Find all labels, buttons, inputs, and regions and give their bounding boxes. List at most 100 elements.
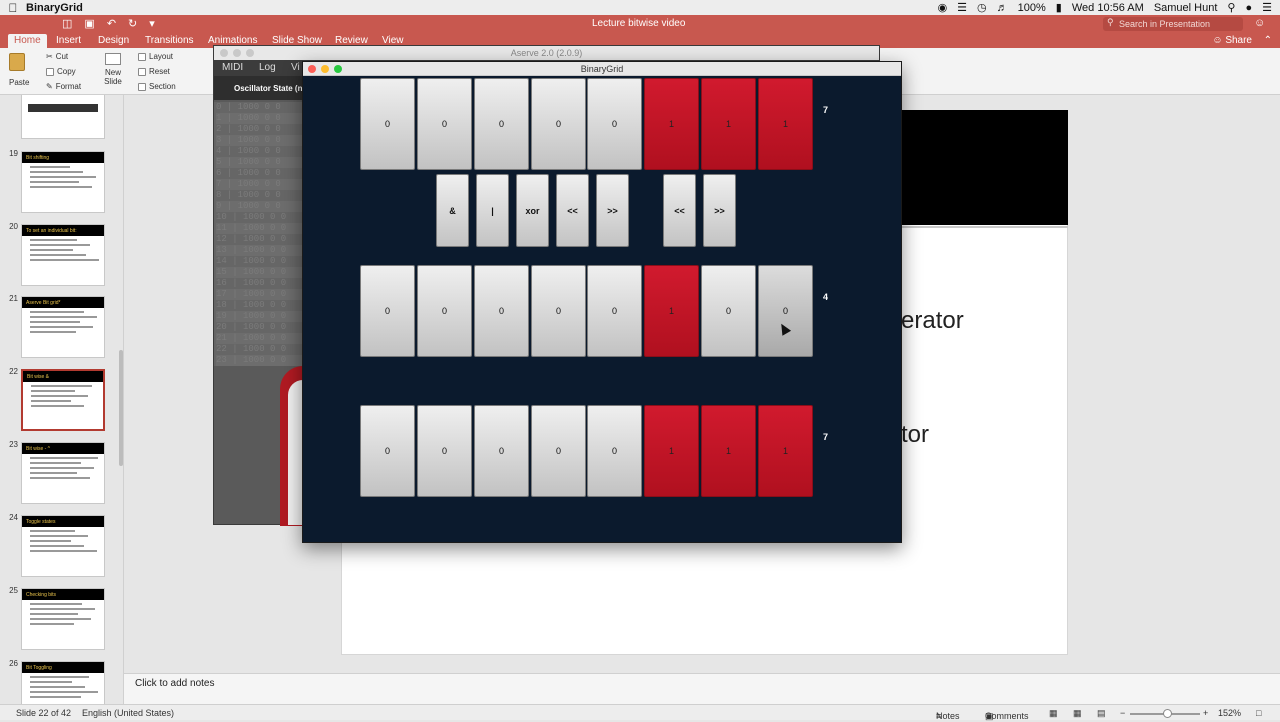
- row-b-bit-6[interactable]: 0: [701, 265, 756, 357]
- tab-design[interactable]: Design: [98, 35, 129, 46]
- share-button[interactable]: ☺ Share: [1212, 35, 1252, 46]
- row-b-bit-2[interactable]: 0: [474, 265, 529, 357]
- ppt-title-bar: ◫ ▣ ↶ ↻ ▾ Lecture bitwise video Search i…: [0, 15, 1280, 34]
- row-a-bit-2[interactable]: 0: [474, 78, 529, 170]
- cut-button[interactable]: ✂ Cut: [46, 52, 68, 61]
- binarygrid-close-icon[interactable]: [308, 65, 316, 73]
- row-result-bit-1[interactable]: 0: [417, 405, 472, 497]
- oscillator-row: 3 | 1000 0 0: [216, 135, 303, 146]
- operator-button-1[interactable]: |: [476, 174, 509, 247]
- zoom-out-icon[interactable]: −: [1120, 708, 1125, 718]
- aserve-tab-midi[interactable]: MIDI: [222, 62, 243, 73]
- battery-label[interactable]: 100%: [1018, 2, 1046, 14]
- slide-thumbnail[interactable]: Bit wise &: [21, 369, 105, 431]
- row-result-bit-3[interactable]: 0: [531, 405, 586, 497]
- volume-icon[interactable]: ♬: [997, 2, 1008, 14]
- layout-button[interactable]: Layout: [138, 52, 173, 61]
- aserve-tab-vi[interactable]: Vi: [291, 62, 300, 73]
- row-result-bit-0[interactable]: 0: [360, 405, 415, 497]
- sidebar-toggle-icon[interactable]: ◫: [62, 17, 72, 30]
- thumbnail-scrollbar[interactable]: [119, 350, 123, 466]
- slide-thumbnail[interactable]: Aserve Bit grid*: [21, 296, 105, 358]
- time-machine-icon[interactable]: ◷: [977, 1, 987, 14]
- operator-button-3[interactable]: <<: [556, 174, 589, 247]
- section-button[interactable]: Section: [138, 82, 176, 91]
- reset-button[interactable]: Reset: [138, 67, 170, 76]
- normal-view-icon[interactable]: ▦: [1049, 708, 1058, 719]
- tab-insert[interactable]: Insert: [56, 35, 81, 46]
- clock-label[interactable]: Wed 10:56 AM: [1072, 2, 1144, 14]
- collapse-ribbon-icon[interactable]: ⌃: [1264, 35, 1272, 46]
- smiley-feedback-icon[interactable]: ☺: [1254, 17, 1265, 29]
- row-a-bit-1[interactable]: 0: [417, 78, 472, 170]
- user-name[interactable]: Samuel Hunt: [1154, 2, 1218, 14]
- row-a-bit-4[interactable]: 0: [587, 78, 642, 170]
- apple-icon[interactable]: : [0, 1, 26, 15]
- slide-thumbnail[interactable]: Bit shifting: [21, 151, 105, 213]
- row-a-bit-5[interactable]: 1: [644, 78, 699, 170]
- paste-button[interactable]: Paste: [9, 53, 29, 87]
- tab-home[interactable]: Home: [8, 34, 47, 48]
- binarygrid-titlebar[interactable]: BinaryGrid: [303, 62, 901, 76]
- record-icon[interactable]: ◉: [938, 1, 948, 14]
- slide-thumbnail[interactable]: To set an individual bit:: [21, 224, 105, 286]
- zoom-in-icon[interactable]: +: [1203, 708, 1208, 718]
- redo-icon[interactable]: ↻: [128, 17, 137, 30]
- row-result-bit-7[interactable]: 1: [758, 405, 813, 497]
- slide-sorter-icon[interactable]: ▦: [1073, 708, 1082, 719]
- wifi-icon[interactable]: ☰: [957, 1, 967, 14]
- row-a-bit-0[interactable]: 0: [360, 78, 415, 170]
- row-b-bit-1[interactable]: 0: [417, 265, 472, 357]
- spotlight-icon[interactable]: ⚲: [1227, 1, 1235, 14]
- slide-thumbnail[interactable]: Toggle states: [21, 515, 105, 577]
- siri-icon[interactable]: ●: [1245, 2, 1252, 14]
- row-result-bit-4[interactable]: 0: [587, 405, 642, 497]
- save-icon[interactable]: ▣: [84, 17, 94, 30]
- fit-slide-icon[interactable]: □: [1256, 708, 1261, 718]
- notes-pane[interactable]: Click to add notes: [124, 673, 1280, 704]
- slide-thumbnail[interactable]: Bit Toggling: [21, 661, 105, 704]
- row-a-bit-6[interactable]: 1: [701, 78, 756, 170]
- operator-button-0[interactable]: &: [436, 174, 469, 247]
- slide-thumbnail[interactable]: Checking bits: [21, 588, 105, 650]
- aserve-close-icon[interactable]: [220, 49, 228, 57]
- aserve-minimize-icon[interactable]: [233, 49, 241, 57]
- row-result-bit-2[interactable]: 0: [474, 405, 529, 497]
- operator-button-4[interactable]: >>: [596, 174, 629, 247]
- format-painter-button[interactable]: ✎ Format: [46, 82, 81, 91]
- oscillator-row: 17 | 1000 0 0: [216, 289, 303, 300]
- battery-icon[interactable]: ▮: [1056, 1, 1062, 14]
- zoom-slider-knob[interactable]: [1163, 709, 1172, 718]
- slide-thumbnail[interactable]: Bit wise - ^: [21, 442, 105, 504]
- operator-button-2[interactable]: xor: [516, 174, 549, 247]
- binarygrid-minimize-icon[interactable]: [321, 65, 329, 73]
- slide-thumbnail-prev[interactable]: [21, 95, 105, 139]
- row-b-bit-0[interactable]: 0: [360, 265, 415, 357]
- search-input[interactable]: Search in Presentation: [1103, 17, 1243, 31]
- binarygrid-zoom-icon[interactable]: [334, 65, 342, 73]
- row-a-bit-3[interactable]: 0: [531, 78, 586, 170]
- tab-transitions[interactable]: Transitions: [145, 35, 194, 46]
- row-b-bit-5[interactable]: 1: [644, 265, 699, 357]
- shift-button-1[interactable]: >>: [703, 174, 736, 247]
- zoom-level[interactable]: 152%: [1218, 708, 1241, 718]
- aserve-zoom-icon[interactable]: [246, 49, 254, 57]
- undo-icon[interactable]: ↶: [107, 17, 116, 30]
- app-menu-name[interactable]: BinaryGrid: [26, 2, 83, 14]
- customize-toolbar-icon[interactable]: ▾: [149, 17, 155, 30]
- row-b-bit-4[interactable]: 0: [587, 265, 642, 357]
- row-result-bit-5[interactable]: 1: [644, 405, 699, 497]
- reading-view-icon[interactable]: ▤: [1097, 708, 1106, 719]
- row-b-bit-7[interactable]: 0: [758, 265, 813, 357]
- oscillator-row: 14 | 1000 0 0: [216, 256, 287, 266]
- aserve-tab-log[interactable]: Log: [259, 62, 276, 73]
- notification-center-icon[interactable]: ☰: [1262, 1, 1272, 14]
- row-result-bit-6[interactable]: 1: [701, 405, 756, 497]
- row-a-bit-7[interactable]: 1: [758, 78, 813, 170]
- copy-button[interactable]: Copy: [46, 67, 76, 76]
- new-slide-button[interactable]: New Slide: [99, 53, 127, 86]
- language-indicator[interactable]: English (United States): [82, 708, 174, 718]
- aserve-titlebar[interactable]: Aserve 2.0 (2.0.9): [214, 46, 879, 60]
- shift-button-0[interactable]: <<: [663, 174, 696, 247]
- row-b-bit-3[interactable]: 0: [531, 265, 586, 357]
